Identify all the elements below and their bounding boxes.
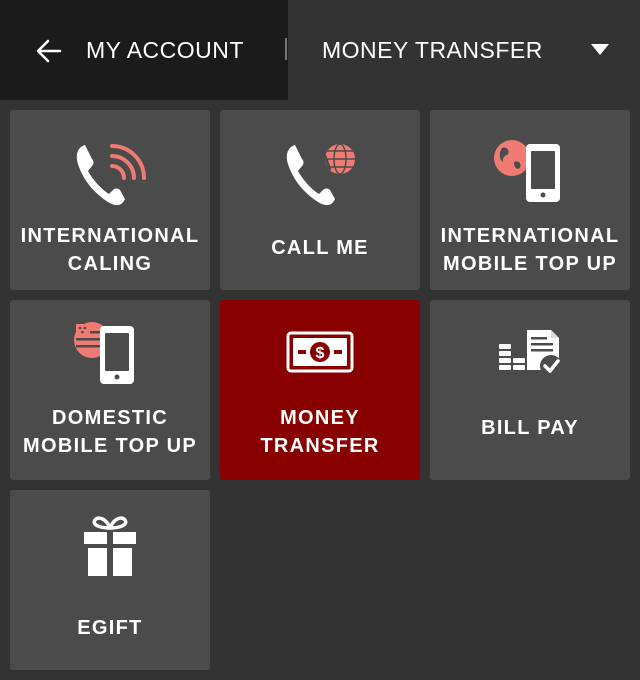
tile-label: BILL PAY [481,417,579,439]
tile-egift[interactable]: EGIFT [10,490,210,670]
tile-money-transfer[interactable]: $ MONEY TRANSFER [220,300,420,480]
svg-text:$: $ [316,345,325,362]
back-arrow-icon[interactable] [36,38,62,64]
section-title[interactable]: MONEY TRANSFER [322,0,543,100]
phone-wifi-icon [76,144,146,206]
bill-coins-icon [499,330,562,377]
tile-label: DOMESTIC MOBILE TOP UP [23,407,197,457]
my-account-nav[interactable]: MY ACCOUNT [0,0,288,100]
tile-international-calling[interactable]: INTERNATIONAL CALING [10,110,210,290]
tile-label: CALL ME [271,237,369,259]
tile-bill-pay[interactable]: BILL PAY [430,300,630,480]
phone-globe-icon [286,143,355,206]
my-account-link[interactable]: MY ACCOUNT [86,0,244,100]
tile-label: INTERNATIONAL MOBILE TOP UP [440,225,620,275]
tile-label: INTERNATIONAL CALING [20,225,200,275]
header-divider [285,38,287,60]
gift-icon [84,516,136,576]
money-bill-icon: $ [286,331,354,373]
tile-international-mobile-top-up[interactable]: INTERNATIONAL MOBILE TOP UP [430,110,630,290]
tile-label: EGIFT [77,617,143,639]
tile-call-me[interactable]: CALL ME [220,110,420,290]
tile-domestic-mobile-top-up[interactable]: DOMESTIC MOBILE TOP UP [10,300,210,480]
globe-mobile-icon [494,140,560,202]
flag-mobile-icon [74,322,134,384]
top-nav-bar: MY ACCOUNT MONEY TRANSFER [0,0,640,100]
tile-label: MONEY TRANSFER [260,407,380,457]
dropdown-triangle-icon[interactable] [588,40,612,60]
